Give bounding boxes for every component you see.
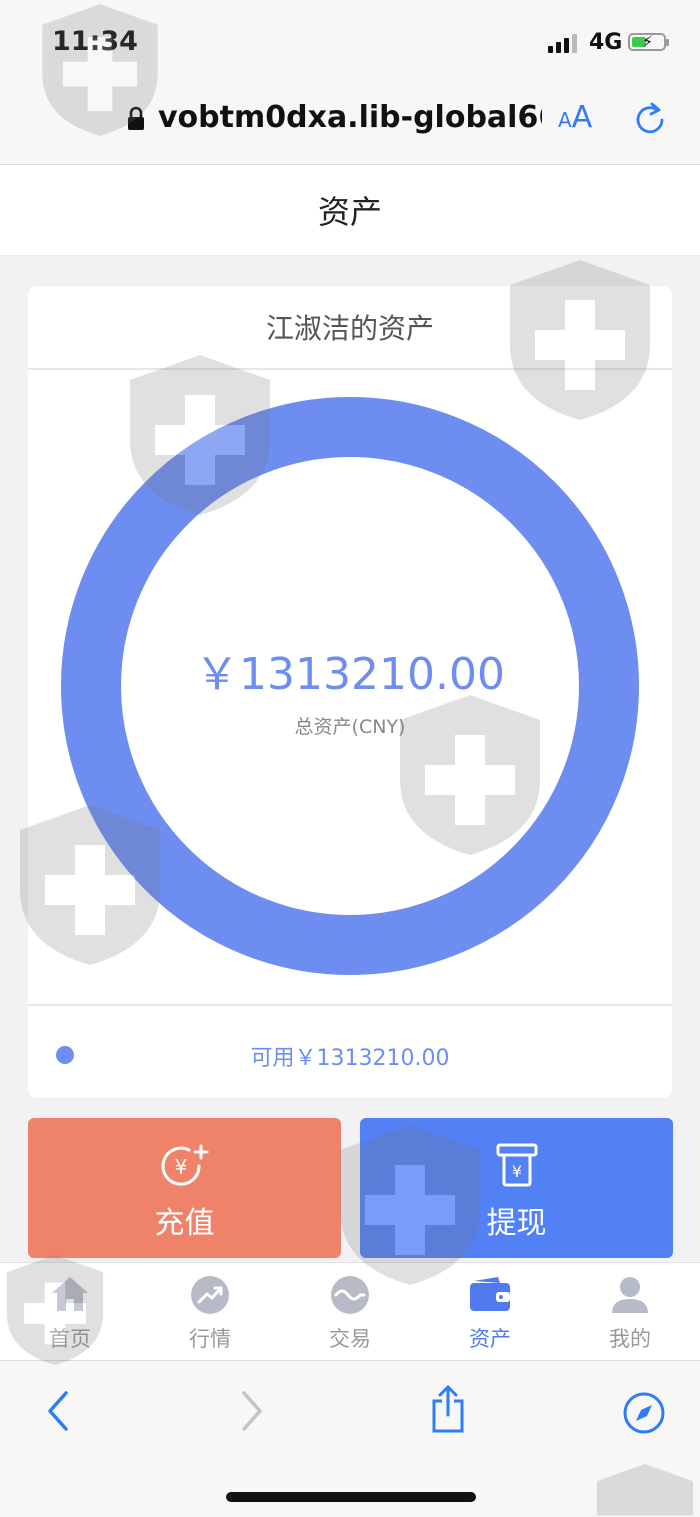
home-icon xyxy=(52,1277,88,1311)
asset-card: 江淑洁的资产 ￥1313210.00 总资产(CNY) 可用￥1313210.0… xyxy=(28,286,672,1098)
svg-text:¥: ¥ xyxy=(511,1162,521,1181)
total-assets-value: ￥1313210.00 xyxy=(195,649,505,700)
tab-trade-label: 交易 xyxy=(329,1327,371,1351)
recharge-button[interactable]: ¥ 充值 xyxy=(28,1118,341,1258)
tab-home-label: 首页 xyxy=(49,1327,91,1351)
back-icon[interactable] xyxy=(44,1389,72,1433)
withdraw-label: 提现 xyxy=(486,1206,547,1241)
share-icon[interactable] xyxy=(428,1385,468,1435)
available-balance: 可用￥1313210.00 xyxy=(250,1046,450,1071)
recharge-label: 充值 xyxy=(154,1206,215,1241)
battery-icon: ⚡ xyxy=(628,32,669,51)
withdraw-icon: ¥ xyxy=(496,1143,537,1187)
tab-mine-label: 我的 xyxy=(609,1327,651,1351)
tab-market-label: 行情 xyxy=(189,1327,231,1351)
address-bar-url[interactable]: vobtm0dxa.lib-global66.c xyxy=(158,100,542,135)
lock-icon xyxy=(128,106,144,130)
wallet-icon xyxy=(470,1277,510,1311)
trend-icon xyxy=(191,1276,229,1314)
recharge-icon: ¥ xyxy=(161,1144,208,1186)
signal-icon xyxy=(548,34,577,53)
exchange-icon xyxy=(331,1276,369,1314)
tab-market[interactable]: 行情 xyxy=(140,1263,280,1361)
tab-assets[interactable]: 资产 xyxy=(420,1263,560,1361)
tab-home[interactable]: 首页 xyxy=(0,1263,140,1361)
legend-row: 可用￥1313210.00 xyxy=(28,1004,672,1100)
reload-icon[interactable] xyxy=(632,100,668,138)
tab-trade[interactable]: 交易 xyxy=(280,1263,420,1361)
browser-bottom-bar xyxy=(0,1360,700,1517)
network-type: 4G xyxy=(589,30,623,55)
compass-icon[interactable] xyxy=(622,1391,666,1435)
tab-mine[interactable]: 我的 xyxy=(560,1263,700,1361)
svg-text:¥: ¥ xyxy=(174,1155,187,1179)
asset-card-title: 江淑洁的资产 xyxy=(28,286,672,370)
home-indicator xyxy=(226,1492,476,1502)
withdraw-button[interactable]: ¥ 提现 xyxy=(360,1118,673,1258)
text-size-button[interactable]: AA xyxy=(558,100,592,135)
forward-icon[interactable] xyxy=(238,1389,266,1433)
status-time: 11:34 xyxy=(52,26,138,57)
total-assets-label: 总资产(CNY) xyxy=(294,716,406,738)
user-icon xyxy=(612,1277,648,1313)
page-title: 资产 xyxy=(0,165,700,256)
bottom-tab-bar: 首页 行情 交易 资产 我的 xyxy=(0,1262,700,1361)
tab-assets-label: 资产 xyxy=(469,1327,511,1351)
browser-top-bar: 11:34 4G ⚡ vobtm0dxa.lib-global66.c AA xyxy=(0,0,700,165)
